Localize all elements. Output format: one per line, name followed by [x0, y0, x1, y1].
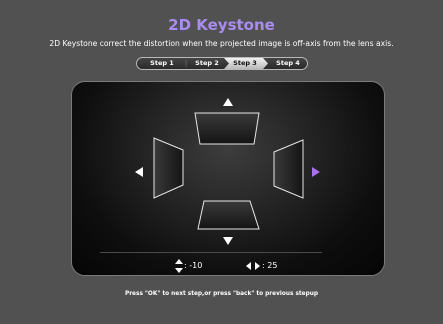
navigation-hint: Press "OK" to next step,or press "back" …	[124, 291, 319, 297]
step-3[interactable]: Step 3	[229, 58, 261, 69]
step-4[interactable]: Step 4	[273, 58, 303, 69]
left-keystone-shape[interactable]	[153, 137, 184, 199]
step-1[interactable]: Step 1	[147, 58, 177, 69]
right-keystone-shape[interactable]	[273, 139, 304, 199]
vertical-adjust-icon	[175, 259, 183, 273]
right-arrow-icon[interactable]	[312, 167, 320, 177]
keystone-diagram	[135, 98, 320, 245]
page-description: 2D Keystone correct the distortion when …	[49, 39, 394, 48]
step-progress-bar: Step 1 Step 2 Step 3 Step 4	[136, 57, 308, 70]
horizontal-adjust-icon	[246, 262, 260, 270]
top-keystone-shape[interactable]	[194, 112, 260, 145]
vertical-keystone-value: : -10	[184, 261, 203, 270]
page-title: 2D Keystone	[168, 16, 275, 34]
step-2[interactable]: Step 2	[192, 58, 222, 69]
up-arrow-icon[interactable]	[223, 98, 233, 106]
bottom-keystone-shape[interactable]	[197, 200, 260, 230]
down-arrow-icon[interactable]	[223, 237, 233, 245]
left-arrow-icon[interactable]	[135, 167, 143, 177]
horizontal-keystone-value: : 25	[262, 261, 278, 270]
panel-divider	[100, 252, 322, 253]
keystone-panel	[71, 81, 385, 276]
